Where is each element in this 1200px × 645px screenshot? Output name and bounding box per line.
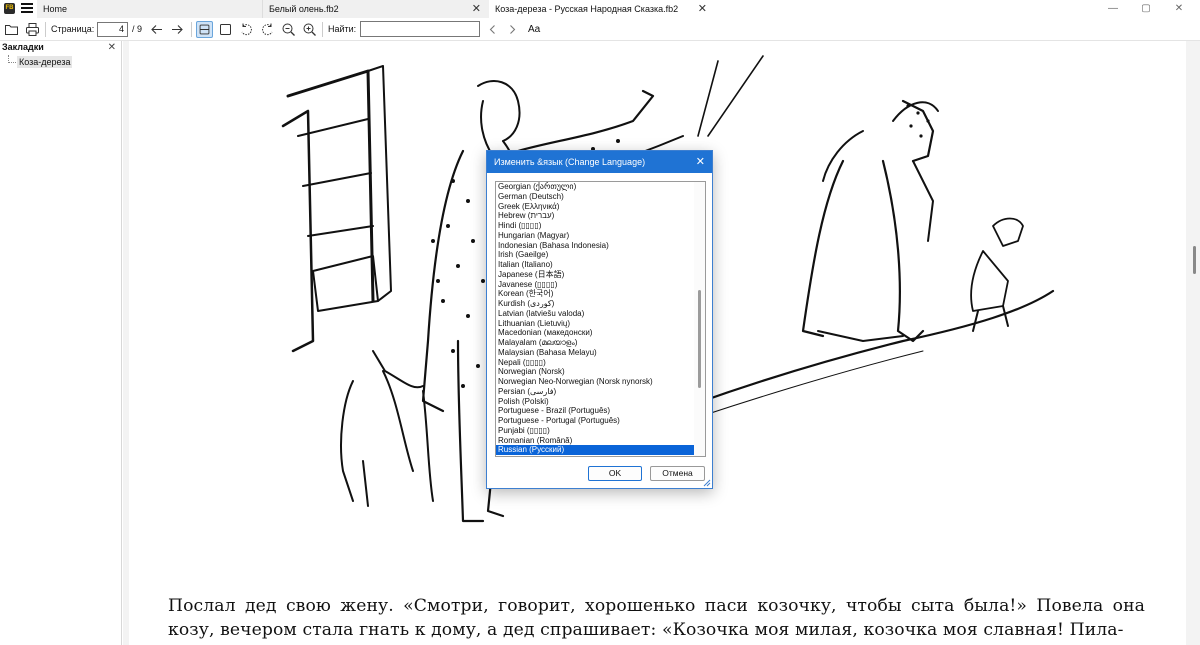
find-label: Найти:	[328, 24, 357, 34]
language-list: Georgian (ქართული) German (Deutsch) Greek …	[496, 182, 694, 455]
language-option[interactable]: Macedonian (македонски)	[496, 328, 694, 338]
vertical-scrollbar[interactable]	[1186, 41, 1200, 645]
language-option[interactable]: Portuguese - Brazil (Português)	[496, 406, 694, 416]
maximize-window-icon[interactable]: ▢	[1131, 0, 1161, 18]
close-tab-icon[interactable]: ✕	[698, 0, 707, 18]
zoom-out-icon[interactable]	[281, 22, 296, 37]
tab-koza-dereza[interactable]: Коза-дереза - Русская Народная Сказка.fb…	[489, 0, 715, 18]
close-tab-icon[interactable]: ✕	[472, 0, 481, 18]
resize-grip-icon[interactable]	[703, 479, 711, 487]
language-option[interactable]: Georgian (ქართული)	[496, 182, 694, 192]
rotate-left-icon[interactable]	[239, 22, 254, 37]
cancel-button[interactable]: Отмена	[650, 466, 705, 481]
toolbar-separator	[191, 22, 192, 37]
language-option[interactable]: Norwegian (Norsk)	[496, 367, 694, 377]
language-option[interactable]: Hungarian (Magyar)	[496, 231, 694, 241]
language-option[interactable]: Hindi (▯▯▯▯)	[496, 221, 694, 231]
single-page-icon[interactable]	[218, 22, 233, 37]
tab-bar: FB Home Белый олень.fb2 ✕ Коза-дереза - …	[0, 0, 1200, 18]
close-panel-icon[interactable]: ✕	[108, 41, 116, 54]
bookmark-label[interactable]: Коза-дереза	[17, 56, 73, 68]
scrollbar-thumb[interactable]	[698, 290, 701, 388]
continuous-view-icon[interactable]	[196, 21, 213, 38]
toolbar: Страница: 4 / 9 Найти: Aa	[0, 18, 1200, 41]
page-label: Страница:	[51, 24, 95, 34]
app-logo-icon: FB	[4, 3, 15, 14]
language-option[interactable]: Malayalam (മലയാളം)	[496, 338, 694, 348]
scrollbar-thumb[interactable]	[1193, 246, 1196, 274]
minimize-window-icon[interactable]: —	[1098, 0, 1128, 18]
language-option[interactable]: Russian (Русский)	[496, 445, 694, 455]
bookmarks-title: Закладки	[2, 42, 44, 52]
language-option[interactable]: Greek (Ελληνικά)	[496, 202, 694, 212]
language-option[interactable]: Nepali (▯▯▯▯)	[496, 358, 694, 368]
change-language-dialog: Изменить &язык (Change Language) ✕ Georg…	[486, 150, 713, 489]
zoom-in-icon[interactable]	[302, 22, 317, 37]
language-option[interactable]: Korean (한국어)	[496, 289, 694, 299]
tab-beliy-olen[interactable]: Белый олень.fb2 ✕	[263, 0, 489, 18]
toolbar-separator	[322, 22, 323, 37]
open-folder-icon[interactable]	[4, 22, 19, 37]
language-option[interactable]: Italian (Italiano)	[496, 260, 694, 270]
arrow-left-icon[interactable]	[149, 22, 164, 37]
list-scrollbar[interactable]	[694, 182, 705, 456]
language-option[interactable]: Indonesian (Bahasa Indonesia)	[496, 241, 694, 251]
tab-label: Коза-дереза - Русская Народная Сказка.fb…	[495, 4, 679, 14]
language-option[interactable]: Persian (فارسی)	[496, 387, 694, 397]
match-case-icon[interactable]: Aa	[528, 18, 540, 41]
language-option[interactable]: Lithuanian (Lietuvių)	[496, 319, 694, 329]
find-previous-icon[interactable]	[485, 22, 500, 37]
language-option[interactable]: Norwegian Neo-Norwegian (Norsk nynorsk)	[496, 377, 694, 387]
close-dialog-icon[interactable]: ✕	[696, 151, 705, 173]
print-icon[interactable]	[25, 22, 40, 37]
language-option[interactable]: German (Deutsch)	[496, 192, 694, 202]
tab-label: Home	[43, 4, 68, 14]
language-option[interactable]: Hebrew (עברית)	[496, 211, 694, 221]
story-paragraph: Послал дед свою жену. «Смотри, говорит, …	[168, 596, 1145, 640]
page-number-input[interactable]: 4	[97, 22, 128, 37]
language-option[interactable]: Japanese (日本語)	[496, 270, 694, 280]
bookmarks-panel: Закладки ✕ Коза-дереза	[0, 41, 122, 645]
language-option[interactable]: Latvian (latviešu valoda)	[496, 309, 694, 319]
rotate-right-icon[interactable]	[260, 22, 275, 37]
dialog-titlebar[interactable]: Изменить &язык (Change Language) ✕	[487, 151, 712, 173]
language-option[interactable]: Malaysian (Bahasa Melayu)	[496, 348, 694, 358]
language-option[interactable]: Kurdish (کوردی)	[496, 299, 694, 309]
tree-connector	[8, 62, 16, 63]
arrow-right-icon[interactable]	[170, 22, 185, 37]
bookmarks-header: Закладки ✕	[0, 41, 121, 54]
language-listbox[interactable]: Georgian (ქართული) German (Deutsch) Greek …	[495, 181, 706, 457]
tab-label: Белый олень.fb2	[269, 4, 339, 14]
find-next-icon[interactable]	[505, 22, 520, 37]
language-option[interactable]: Portuguese - Portugal (Português)	[496, 416, 694, 426]
ok-button[interactable]: OK	[588, 466, 642, 481]
language-option[interactable]: Punjabi (▯▯▯▯)	[496, 426, 694, 436]
tab-home[interactable]: Home	[37, 0, 263, 18]
language-option[interactable]: Romanian (Română)	[496, 436, 694, 446]
language-option[interactable]: Javanese (▯▯▯▯)	[496, 280, 694, 290]
page-total: / 9	[132, 24, 143, 34]
toolbar-separator	[45, 22, 46, 37]
find-input[interactable]	[360, 21, 480, 37]
language-option[interactable]: Polish (Polski)	[496, 397, 694, 407]
dialog-title: Изменить &язык (Change Language)	[494, 157, 646, 167]
language-option[interactable]: Irish (Gaeilge)	[496, 250, 694, 260]
close-window-icon[interactable]: ✕	[1164, 0, 1194, 18]
hamburger-menu-icon[interactable]	[21, 3, 33, 14]
